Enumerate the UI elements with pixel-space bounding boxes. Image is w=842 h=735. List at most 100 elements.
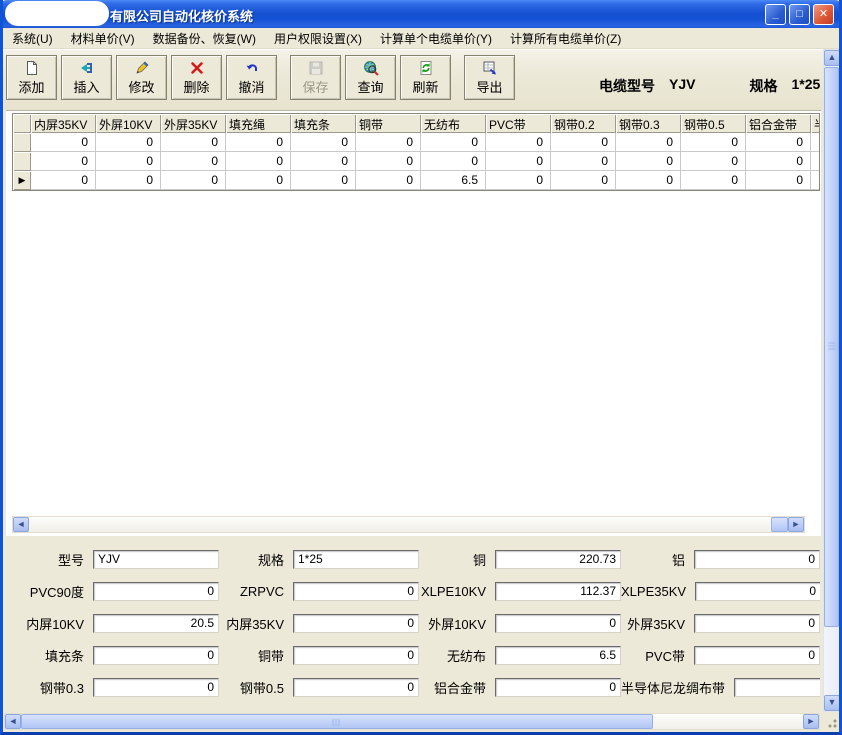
minimize-button[interactable]: _ xyxy=(765,4,786,25)
row-selector[interactable] xyxy=(13,152,31,171)
grid-hscroll-thumb[interactable] xyxy=(771,517,788,532)
grid-cell[interactable]: 0 xyxy=(551,152,616,171)
grid-cell[interactable]: 0 xyxy=(161,171,226,190)
menu-item[interactable]: 材料单价(V) xyxy=(62,28,144,49)
grid-column-header[interactable]: 铝合金带 xyxy=(746,114,811,133)
grid-cell[interactable]: 0 xyxy=(746,152,811,171)
toolbar-button-refresh[interactable]: 刷新 xyxy=(400,55,451,100)
grid-cell[interactable]: 0 xyxy=(96,171,161,190)
grid-cell[interactable]: 0 xyxy=(31,133,96,152)
vscroll-thumb[interactable] xyxy=(824,67,839,627)
resize-grip[interactable] xyxy=(824,715,838,729)
grid-cell[interactable]: 0 xyxy=(356,133,421,152)
filler-strip-field[interactable] xyxy=(93,646,219,665)
copper-tape-field[interactable] xyxy=(293,646,419,665)
grid-column-header[interactable]: 无纺布 xyxy=(421,114,486,133)
grid-corner-cell[interactable] xyxy=(13,114,31,133)
table-row[interactable]: 000000000000 xyxy=(13,133,819,152)
grid-cell[interactable]: 0 xyxy=(746,133,811,152)
grid-cell[interactable]: 0 xyxy=(31,171,96,190)
grid-cell[interactable]: 0 xyxy=(356,152,421,171)
grid-cell[interactable]: 6.5 xyxy=(421,171,486,190)
grid-column-header[interactable]: 钢带0.3 xyxy=(616,114,681,133)
grid-column-header[interactable]: 外屏10KV xyxy=(96,114,161,133)
grid-horizontal-scrollbar[interactable]: ◄ ► xyxy=(12,516,805,533)
grid-cell[interactable]: 0 xyxy=(96,133,161,152)
grid-cell[interactable]: 0 xyxy=(486,171,551,190)
grid-column-header[interactable]: 内屏35KV xyxy=(31,114,96,133)
grid-cell[interactable]: 0 xyxy=(616,152,681,171)
grid-cell[interactable] xyxy=(811,152,820,171)
grid-cell[interactable]: 0 xyxy=(291,133,356,152)
grid-cell[interactable] xyxy=(811,171,820,190)
grid-column-header[interactable]: PVC带 xyxy=(486,114,551,133)
inner-screen-10kv-field[interactable] xyxy=(93,614,219,633)
menu-item[interactable]: 用户权限设置(X) xyxy=(265,28,371,49)
grid-cell[interactable]: 0 xyxy=(356,171,421,190)
grid-cell[interactable]: 0 xyxy=(161,152,226,171)
grid-cell[interactable]: 0 xyxy=(681,133,746,152)
alloy-tape-field[interactable] xyxy=(495,678,621,697)
steel-tape-05-field[interactable] xyxy=(293,678,419,697)
grid-cell[interactable]: 0 xyxy=(616,171,681,190)
spec-field[interactable] xyxy=(293,550,419,569)
table-row[interactable]: ▶0000006.500000 xyxy=(13,171,819,190)
grid-column-header[interactable]: 钢带0.5 xyxy=(681,114,746,133)
grid-column-header[interactable]: 半 xyxy=(811,114,820,133)
menu-item[interactable]: 计算单个电缆单价(Y) xyxy=(371,28,501,49)
steel-tape-03-field[interactable] xyxy=(93,678,219,697)
grid-cell[interactable]: 0 xyxy=(421,152,486,171)
menu-item[interactable]: 数据备份、恢复(W) xyxy=(144,28,265,49)
toolbar-button-insert[interactable]: 插入 xyxy=(61,55,112,100)
grid-cell[interactable]: 0 xyxy=(486,133,551,152)
menu-item[interactable]: 系统(U) xyxy=(3,28,62,49)
copper-field[interactable] xyxy=(495,550,621,569)
grid-column-header[interactable]: 外屏35KV xyxy=(161,114,226,133)
toolbar-button-export[interactable]: 导出 xyxy=(464,55,515,100)
scroll-right-icon[interactable]: ► xyxy=(788,517,804,532)
form-hscroll-thumb[interactable] xyxy=(21,714,653,729)
pvc-tape-field[interactable] xyxy=(694,646,820,665)
toolbar-button-undo[interactable]: 撤消 xyxy=(226,55,277,100)
scroll-left-icon[interactable]: ◄ xyxy=(5,714,21,729)
toolbar-button-delete[interactable]: 删除 xyxy=(171,55,222,100)
zrpvc-field[interactable] xyxy=(293,582,419,601)
scroll-left-icon[interactable]: ◄ xyxy=(13,517,29,532)
table-row[interactable]: 000000000000 xyxy=(13,152,819,171)
model-field[interactable] xyxy=(93,550,219,569)
scroll-down-icon[interactable]: ▼ xyxy=(824,695,840,711)
toolbar-button-query[interactable]: 查询 xyxy=(345,55,396,100)
inner-screen-35kv-field[interactable] xyxy=(293,614,419,633)
scroll-up-icon[interactable]: ▲ xyxy=(824,50,840,66)
grid-cell[interactable]: 0 xyxy=(421,133,486,152)
close-button[interactable]: ✕ xyxy=(813,4,834,25)
maximize-button[interactable]: □ xyxy=(789,4,810,25)
toolbar-button-add[interactable]: 添加 xyxy=(6,55,57,100)
row-selector[interactable] xyxy=(13,133,31,152)
grid-cell[interactable]: 0 xyxy=(226,152,291,171)
grid-cell[interactable]: 0 xyxy=(226,171,291,190)
grid-cell[interactable]: 0 xyxy=(681,171,746,190)
grid-cell[interactable]: 0 xyxy=(551,133,616,152)
grid-cell[interactable]: 0 xyxy=(226,133,291,152)
grid-cell[interactable]: 0 xyxy=(291,171,356,190)
grid-cell[interactable] xyxy=(811,133,820,152)
outer-screen-10kv-field[interactable] xyxy=(495,614,621,633)
grid-cell[interactable]: 0 xyxy=(486,152,551,171)
grid-column-header[interactable]: 钢带0.2 xyxy=(551,114,616,133)
grid-cell[interactable]: 0 xyxy=(616,133,681,152)
current-row-indicator[interactable]: ▶ xyxy=(13,171,31,190)
grid-cell[interactable]: 0 xyxy=(291,152,356,171)
grid-column-header[interactable]: 填充绳 xyxy=(226,114,291,133)
menu-item[interactable]: 计算所有电缆单价(Z) xyxy=(501,28,630,49)
nonwoven-field[interactable] xyxy=(495,646,621,665)
pvc90-field[interactable] xyxy=(93,582,219,601)
grid-cell[interactable]: 0 xyxy=(161,133,226,152)
scroll-right-icon[interactable]: ► xyxy=(803,714,819,729)
xlpe10kv-field[interactable] xyxy=(495,582,621,601)
grid-cell[interactable]: 0 xyxy=(96,152,161,171)
grid-cell[interactable]: 0 xyxy=(746,171,811,190)
xlpe35kv-field[interactable] xyxy=(695,582,820,601)
aluminum-field[interactable] xyxy=(694,550,820,569)
grid-cell[interactable]: 0 xyxy=(551,171,616,190)
